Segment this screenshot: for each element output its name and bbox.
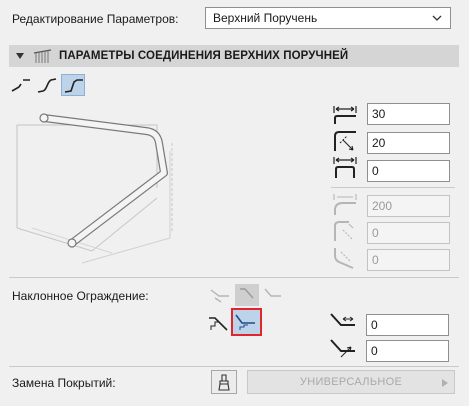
section-title: ПАРАМЕТРЫ СОЕДИНЕНИЯ ВЕРХНИХ ПОРУЧНЕЙ [59,50,349,62]
corner-offset-1-field[interactable]: 0 [367,222,450,244]
slope-up-icon[interactable] [210,289,229,303]
collapse-triangle-icon[interactable] [15,51,25,61]
stair-offset-option-icon [235,314,255,330]
corner-offset-icon [334,221,354,241]
brush-icon [218,374,230,391]
right-divider [331,187,455,188]
slope-horizontal-icon [330,313,355,326]
surface-override-button[interactable]: УНИВЕРСАЛЬНОЕ [247,370,455,394]
section-header[interactable]: ПАРАМЕТРЫ СОЕДИНЕНИЯ ВЕРХНИХ ПОРУЧНЕЙ [9,45,459,67]
horizontal-extension-icon [333,106,357,124]
bent-connection-icon [64,79,83,93]
slope-diagonal-icon [330,339,355,358]
mode-straight-button[interactable] [9,74,33,96]
slope-top-options [210,284,281,306]
stair-straight-option-icon[interactable] [207,310,231,334]
sloped-railing-label: Наклонное Ограждение: [12,289,149,303]
brush-button[interactable] [211,370,237,394]
triangle-right-icon [442,379,448,387]
railing-preview [16,113,173,264]
chevron-down-icon [432,15,442,21]
cover-replace-label: Замена Покрытий: [12,376,116,390]
radius-field[interactable]: 200 [367,195,450,217]
slope-down-icon[interactable] [264,288,281,297]
horizontal-post-extension-icon [333,157,357,178]
bottom-divider [9,366,459,367]
edit-params-selected: Верхний Поручень [213,11,318,25]
extension-top-field[interactable]: 30 [367,103,450,125]
mode-bent-button[interactable] [61,74,85,96]
edit-params-label: Редактирование Параметров: [12,12,179,26]
curved-connection-icon [37,78,57,93]
offset-diagonal-field[interactable]: 20 [367,132,450,154]
railing-icon [33,49,52,63]
straight-connection-icon [11,79,30,92]
slope-field-1[interactable]: 0 [366,314,449,336]
diagonal-offset-icon [334,131,356,151]
corner-offset-2-icon [334,248,354,269]
surface-override-label: УНИВЕРСАЛЬНОЕ [299,376,403,388]
mode-curved-button[interactable] [35,74,59,96]
edit-params-dropdown[interactable]: Верхний Поручень [205,7,451,29]
extension-bottom-field[interactable]: 0 [367,160,450,182]
stair-option-selected-button[interactable] [231,308,262,336]
corner-offset-2-field[interactable]: 0 [367,249,450,271]
slope-field-2[interactable]: 0 [366,340,449,362]
section-divider [9,277,459,278]
radius-icon [333,194,357,215]
